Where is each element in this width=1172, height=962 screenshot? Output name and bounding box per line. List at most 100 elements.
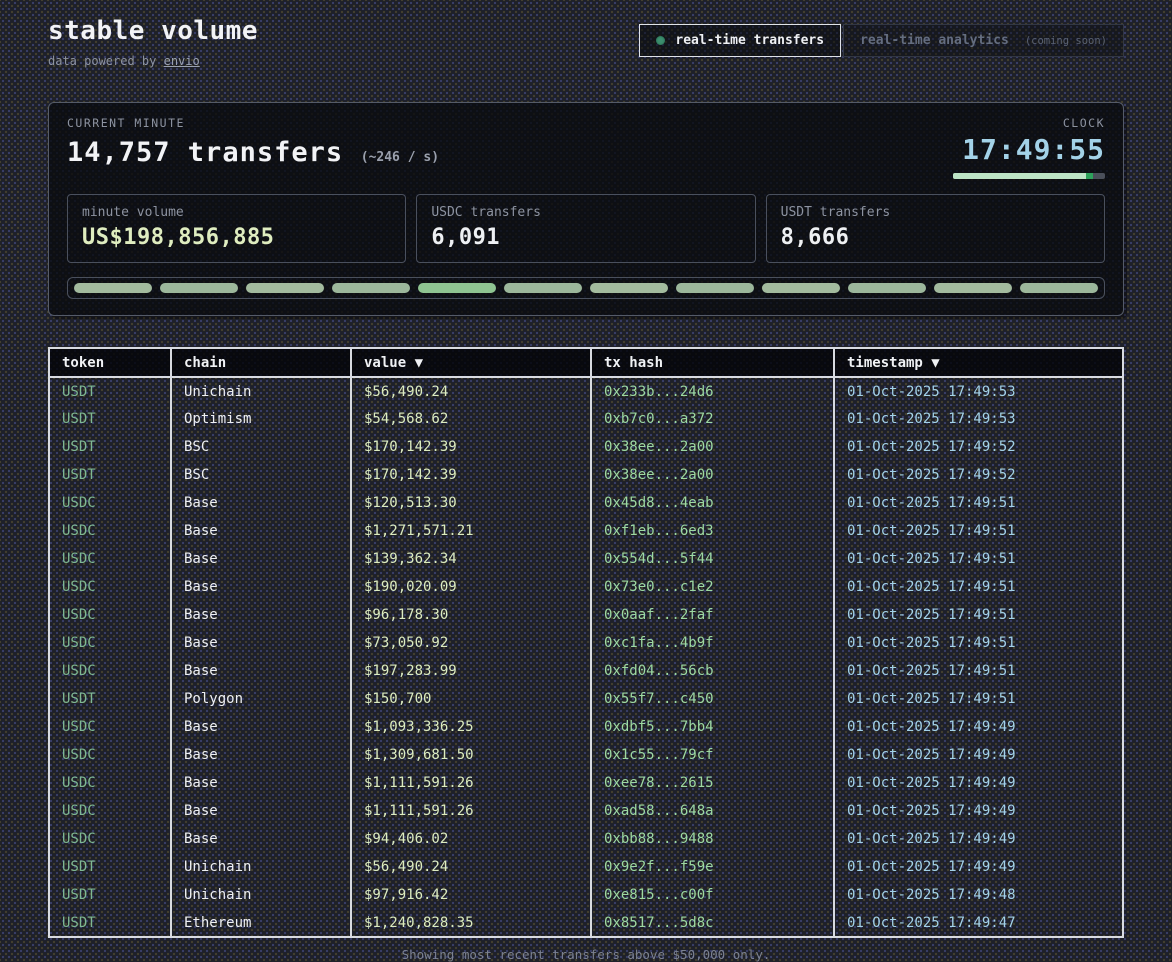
cell-tx-hash[interactable]: 0x8517...5d8c [591,909,834,937]
activity-bar [67,277,1105,299]
cell-chain: Base [171,657,351,685]
cell-timestamp: 01-Oct-2025 17:49:51 [834,685,1123,713]
cell-tx-hash[interactable]: 0x73e0...c1e2 [591,573,834,601]
cell-timestamp: 01-Oct-2025 17:49:49 [834,797,1123,825]
cell-tx-hash[interactable]: 0x1c55...79cf [591,741,834,769]
table-row: USDTUnichain$56,490.240x233b...24d601-Oc… [49,377,1123,405]
current-minute-label: CURRENT MINUTE [67,116,439,130]
cell-token: USDT [49,461,171,489]
cell-timestamp: 01-Oct-2025 17:49:51 [834,601,1123,629]
envio-link[interactable]: envio [164,54,200,68]
live-status-dot-icon [656,36,665,45]
cell-timestamp: 01-Oct-2025 17:49:53 [834,405,1123,433]
cell-value: $120,513.30 [351,489,591,517]
cell-chain: Base [171,741,351,769]
cell-tx-hash[interactable]: 0x38ee...2a00 [591,461,834,489]
cell-token: USDC [49,629,171,657]
transfers-tbody: USDTUnichain$56,490.240x233b...24d601-Oc… [49,377,1123,937]
cell-value: $170,142.39 [351,433,591,461]
transfer-count-block: CURRENT MINUTE 14,757 transfers (~246 / … [67,116,439,179]
cell-tx-hash[interactable]: 0xdbf5...7bb4 [591,713,834,741]
clock-time: 17:49:55 [953,133,1105,166]
top-bar: stable volume data powered by envio real… [48,14,1124,68]
table-row: USDCBase$190,020.090x73e0...c1e201-Oct-2… [49,573,1123,601]
cell-chain: Polygon [171,685,351,713]
table-row: USDCBase$120,513.300x45d8...4eab01-Oct-2… [49,489,1123,517]
cell-tx-hash[interactable]: 0x45d8...4eab [591,489,834,517]
cell-chain: Ethereum [171,909,351,937]
cell-value: $150,700 [351,685,591,713]
stat-card-minute-volume: minute volume US$198,856,885 [67,194,406,263]
cell-value: $1,271,571.21 [351,517,591,545]
cell-timestamp: 01-Oct-2025 17:49:49 [834,853,1123,881]
cell-token: USDT [49,405,171,433]
column-header-value-sort[interactable]: value ▼ [351,348,591,377]
cell-tx-hash[interactable]: 0xee78...2615 [591,769,834,797]
cell-timestamp: 01-Oct-2025 17:49:53 [834,377,1123,405]
cell-token: USDT [49,685,171,713]
cell-value: $96,178.30 [351,601,591,629]
cell-timestamp: 01-Oct-2025 17:49:51 [834,657,1123,685]
clock-block: CLOCK 17:49:55 [953,116,1105,179]
table-row: USDTUnichain$97,916.420xe815...c00f01-Oc… [49,881,1123,909]
transfer-rate: (~246 / s) [361,150,439,165]
coming-soon-label: (coming soon) [1025,35,1107,47]
cell-tx-hash[interactable]: 0x38ee...2a00 [591,433,834,461]
table-row: USDCBase$96,178.300x0aaf...2faf01-Oct-20… [49,601,1123,629]
panel-top-row: CURRENT MINUTE 14,757 transfers (~246 / … [67,116,1105,179]
table-row: USDCBase$1,271,571.210xf1eb...6ed301-Oct… [49,517,1123,545]
cell-value: $1,111,591.26 [351,797,591,825]
cell-value: $190,020.09 [351,573,591,601]
activity-segment [74,283,152,293]
stat-value-usdc-transfers: 6,091 [431,225,740,250]
activity-segment [676,283,754,293]
tab-realtime-analytics[interactable]: real-time analytics (coming soon) [843,24,1124,57]
cell-token: USDC [49,601,171,629]
cell-value: $197,283.99 [351,657,591,685]
table-row: USDCBase$139,362.340x554d...5f4401-Oct-2… [49,545,1123,573]
current-minute-panel: CURRENT MINUTE 14,757 transfers (~246 / … [48,102,1124,316]
cell-token: USDT [49,881,171,909]
cell-tx-hash[interactable]: 0x233b...24d6 [591,377,834,405]
cell-tx-hash[interactable]: 0xc1fa...4b9f [591,629,834,657]
tab-label: real-time transfers [675,33,824,48]
cell-chain: Base [171,713,351,741]
activity-segment [762,283,840,293]
cell-chain: Unichain [171,377,351,405]
cell-tx-hash[interactable]: 0xb7c0...a372 [591,405,834,433]
cell-value: $56,490.24 [351,853,591,881]
cell-timestamp: 01-Oct-2025 17:49:49 [834,769,1123,797]
cell-chain: Base [171,825,351,853]
cell-value: $139,362.34 [351,545,591,573]
activity-segment [504,283,582,293]
column-header-chain: chain [171,348,351,377]
cell-tx-hash[interactable]: 0x9e2f...f59e [591,853,834,881]
table-row: USDCBase$73,050.920xc1fa...4b9f01-Oct-20… [49,629,1123,657]
cell-tx-hash[interactable]: 0x0aaf...2faf [591,601,834,629]
transfer-count: 14,757 [67,137,171,168]
activity-segment [848,283,926,293]
cell-tx-hash[interactable]: 0xe815...c00f [591,881,834,909]
cell-token: USDC [49,657,171,685]
cell-tx-hash[interactable]: 0xad58...648a [591,797,834,825]
cell-tx-hash[interactable]: 0x554d...5f44 [591,545,834,573]
table-row: USDCBase$197,283.990xfd04...56cb01-Oct-2… [49,657,1123,685]
cell-token: USDC [49,825,171,853]
column-header-timestamp-sort[interactable]: timestamp ▼ [834,348,1123,377]
cell-tx-hash[interactable]: 0x55f7...c450 [591,685,834,713]
cell-chain: Unichain [171,881,351,909]
tab-realtime-transfers[interactable]: real-time transfers [639,24,841,57]
cell-chain: BSC [171,461,351,489]
activity-segment [1020,283,1098,293]
cell-tx-hash[interactable]: 0xfd04...56cb [591,657,834,685]
tab-label: real-time analytics [860,33,1009,48]
cell-tx-hash[interactable]: 0xf1eb...6ed3 [591,517,834,545]
activity-segment [246,283,324,293]
table-row: USDCBase$1,309,681.500x1c55...79cf01-Oct… [49,741,1123,769]
activity-segment [418,283,496,293]
stat-label: USDT transfers [781,205,1090,220]
powered-by: data powered by envio [48,54,258,68]
table-header: token chain value ▼ tx hash timestamp ▼ [49,348,1123,377]
cell-tx-hash[interactable]: 0xbb88...9488 [591,825,834,853]
page: stable volume data powered by envio real… [0,0,1172,952]
